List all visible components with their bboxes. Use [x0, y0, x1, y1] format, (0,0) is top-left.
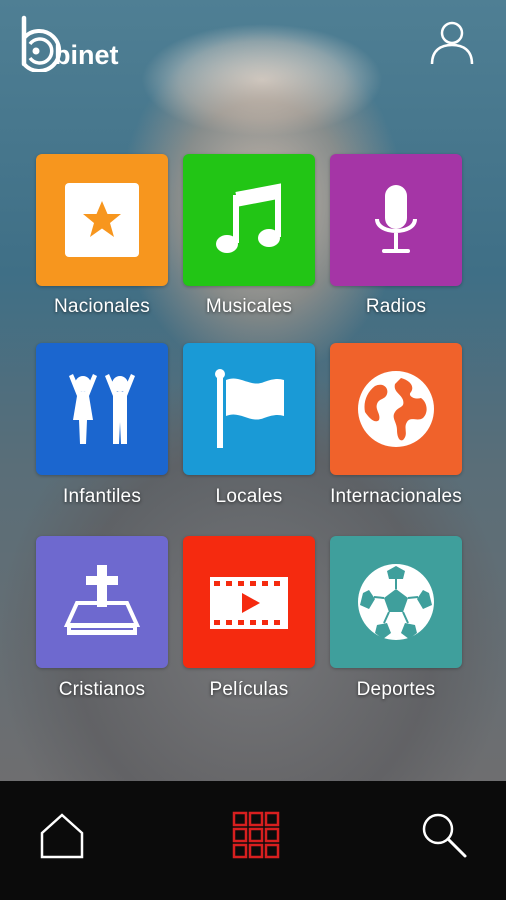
- category-tile-musicales[interactable]: [183, 154, 315, 286]
- category-tile-cristianos[interactable]: [36, 536, 168, 668]
- bottom-nav: [0, 781, 506, 900]
- category-label-deportes: Deportes: [356, 679, 436, 700]
- home-screen: binet Nacionales Musicales Radios Infant…: [0, 0, 506, 781]
- children-icon: [69, 374, 135, 444]
- home-icon[interactable]: [38, 811, 86, 859]
- category-label-locales: Locales: [215, 486, 283, 507]
- category-tile-internacionales[interactable]: [330, 343, 462, 475]
- category-tile-locales[interactable]: [183, 343, 315, 475]
- category-label-internacionales: Internacionales: [330, 486, 462, 507]
- music-note-icon: [216, 183, 281, 253]
- search-icon[interactable]: [420, 811, 468, 859]
- bible-cross-icon: [63, 565, 141, 635]
- category-label-radios: Radios: [365, 296, 427, 317]
- globe-icon: [358, 371, 434, 447]
- film-play-icon: [210, 577, 288, 629]
- category-tile-peliculas[interactable]: [183, 536, 315, 668]
- category-label-peliculas: Películas: [209, 679, 289, 700]
- microphone-icon: [375, 185, 417, 253]
- category-label-musicales: Musicales: [205, 296, 293, 317]
- soccer-ball-icon: [358, 564, 434, 640]
- category-label-infantiles: Infantiles: [62, 486, 142, 507]
- category-tile-infantiles[interactable]: [36, 343, 168, 475]
- user-icon[interactable]: [428, 18, 476, 66]
- svg-text:binet: binet: [54, 40, 119, 70]
- category-tile-deportes[interactable]: [330, 536, 462, 668]
- category-label-nacionales: Nacionales: [54, 296, 150, 317]
- binet-logo: binet: [21, 15, 119, 72]
- category-tile-nacionales[interactable]: [36, 154, 168, 286]
- flag-icon: [215, 369, 284, 448]
- grid-icon[interactable]: [232, 811, 280, 859]
- star-icon: [65, 183, 139, 257]
- category-tile-radios[interactable]: [330, 154, 462, 286]
- category-label-cristianos: Cristianos: [58, 679, 146, 700]
